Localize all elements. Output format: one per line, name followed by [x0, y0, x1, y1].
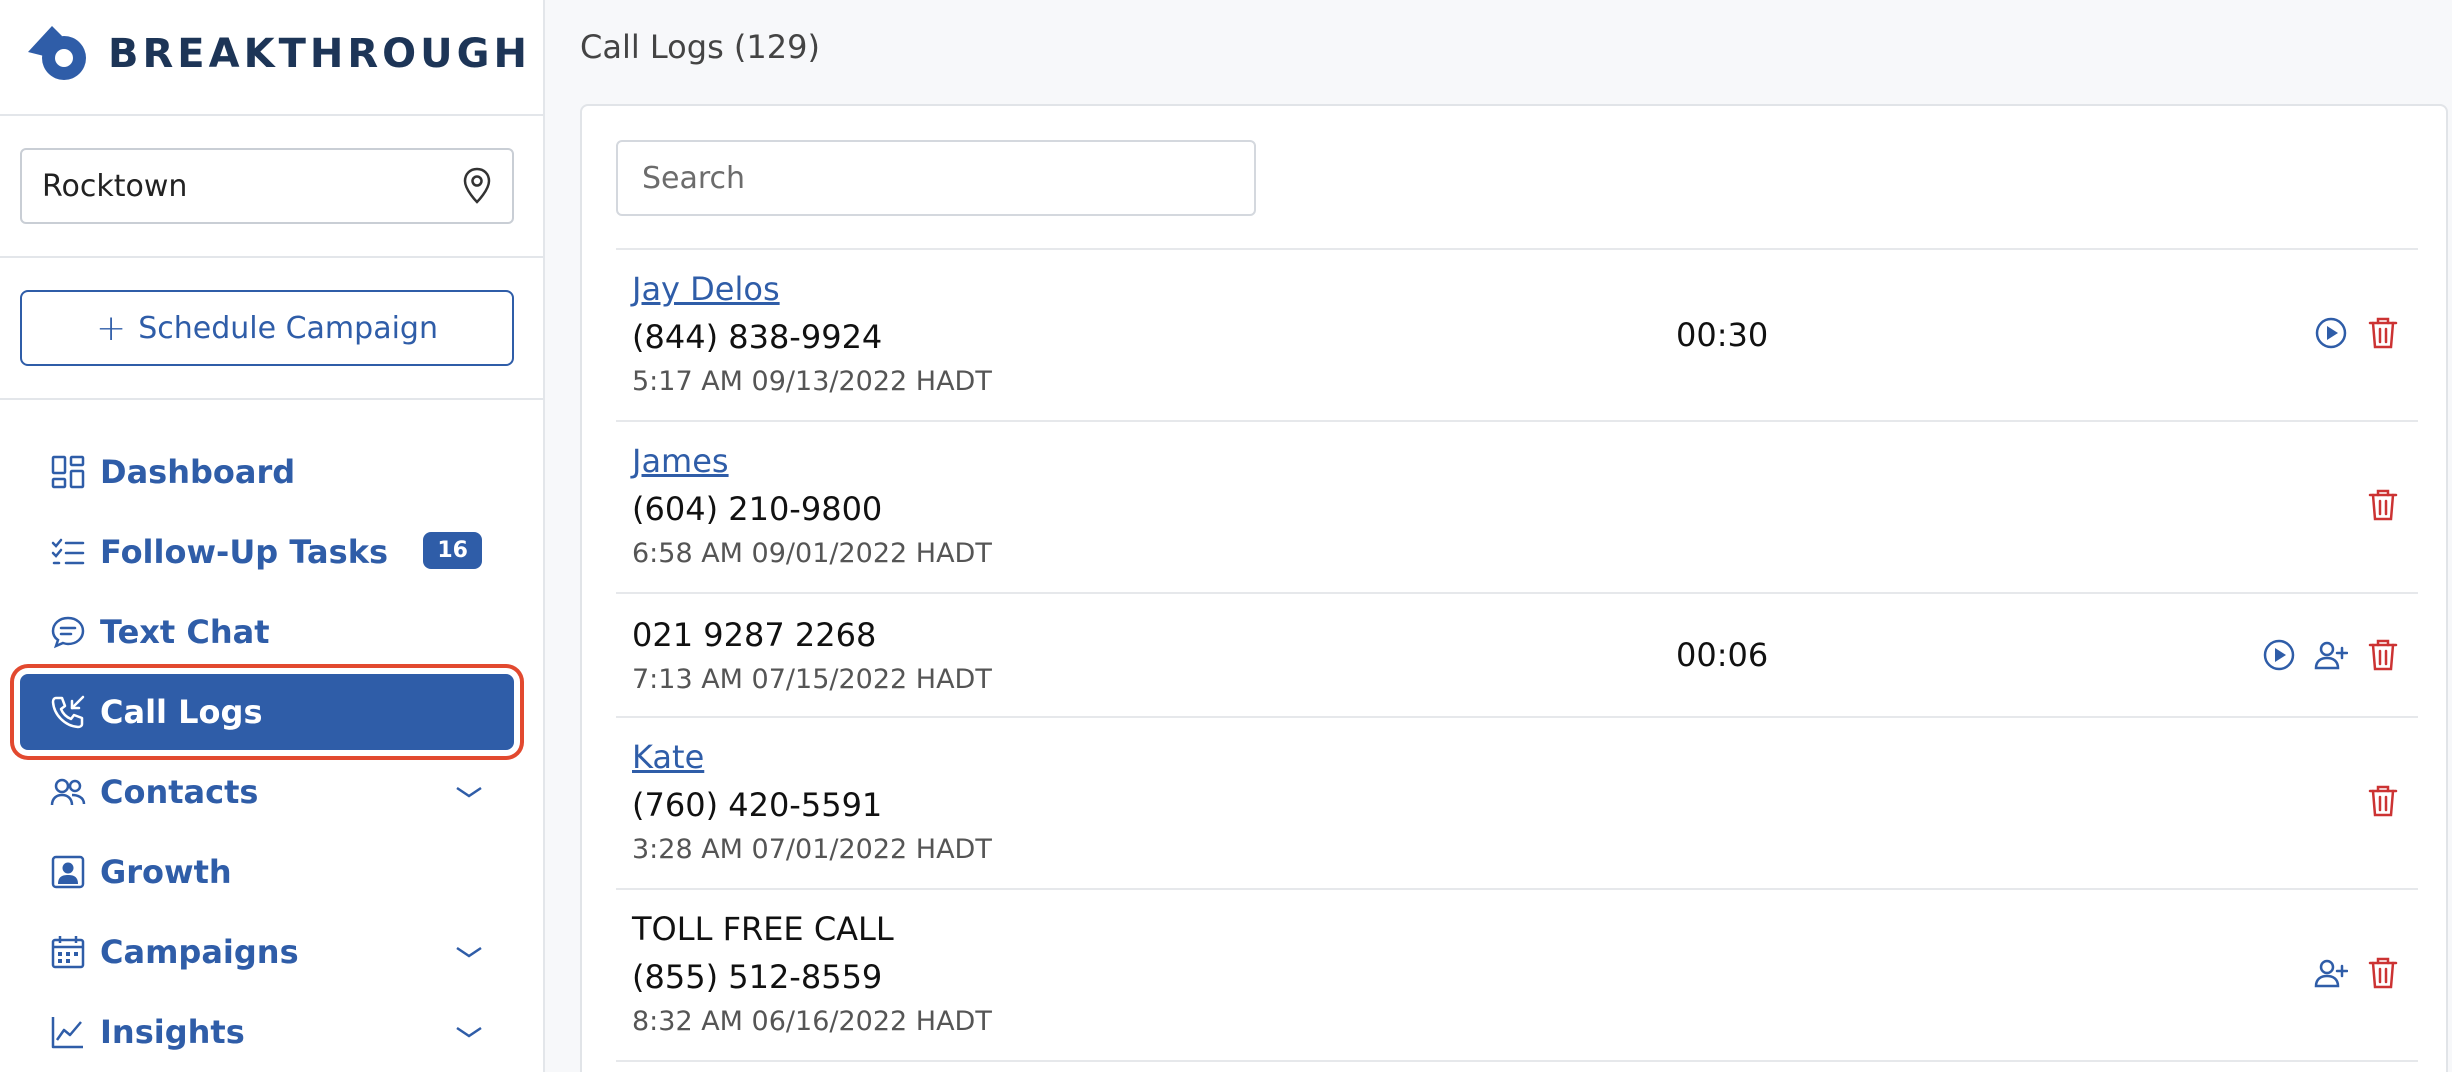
sidebar-divider	[0, 398, 545, 400]
row-actions	[2366, 488, 2400, 522]
nav-item-contacts[interactable]: Contacts	[20, 754, 514, 830]
table-row[interactable]: Jay Delos (844) 838-9924 5:17 AM 09/13/2…	[616, 248, 2418, 420]
play-icon[interactable]	[2314, 316, 2348, 350]
search-input[interactable]	[616, 140, 1256, 216]
chevron-down-icon[interactable]	[454, 1020, 484, 1044]
line-chart-icon	[50, 1014, 86, 1050]
table-row[interactable]: 021 9287 2268 7:13 AM 07/15/2022 HADT 00…	[616, 592, 2418, 716]
call-timestamp: 7:13 AM 07/15/2022 HADT	[632, 664, 992, 695]
brand-name: BREAKTHROUGH	[108, 31, 531, 77]
schedule-campaign-label: Schedule Campaign	[138, 310, 438, 346]
call-duration: 00:06	[1676, 636, 1769, 674]
trash-icon[interactable]	[2366, 638, 2400, 672]
plus-icon: +	[96, 307, 127, 349]
trash-icon[interactable]	[2366, 488, 2400, 522]
call-timestamp: 6:58 AM 09/01/2022 HADT	[632, 538, 992, 569]
nav-label: Growth	[100, 853, 232, 891]
nav-label: Insights	[100, 1013, 245, 1051]
row-actions	[2366, 784, 2400, 818]
contact-name-link[interactable]: James	[632, 442, 729, 480]
call-timestamp: 8:32 AM 06/16/2022 HADT	[632, 1006, 992, 1037]
table-row[interactable]: James (604) 210-9800 6:58 AM 09/01/2022 …	[616, 420, 2418, 592]
nav-label: Dashboard	[100, 453, 296, 491]
call-timestamp: 3:28 AM 07/01/2022 HADT	[632, 834, 992, 865]
table-row[interactable]: Kate (760) 420-5591 3:28 AM 07/01/2022 H…	[616, 716, 2418, 888]
chat-bubble-icon	[50, 614, 86, 650]
play-icon[interactable]	[2262, 638, 2296, 672]
dashboard-icon	[50, 454, 86, 490]
map-pin-icon	[463, 167, 491, 204]
location-selector[interactable]: Rocktown	[20, 148, 514, 224]
nav-item-campaigns[interactable]: Campaigns	[20, 914, 514, 990]
portrait-icon	[50, 854, 86, 890]
nav-item-dashboard[interactable]: Dashboard	[20, 434, 514, 510]
add-contact-icon[interactable]	[2314, 956, 2348, 990]
add-contact-icon[interactable]	[2314, 638, 2348, 672]
sidebar-divider	[0, 114, 545, 116]
row-divider	[616, 1060, 2418, 1062]
table-row[interactable]: TOLL FREE CALL (855) 512-8559 8:32 AM 06…	[616, 888, 2418, 1060]
phone-number: (855) 512-8559	[632, 958, 883, 996]
phone-number: (604) 210-9800	[632, 490, 883, 528]
nav-item-growth[interactable]: Growth	[20, 834, 514, 910]
call-duration: 00:30	[1676, 316, 1769, 354]
nav-label: Contacts	[100, 773, 259, 811]
phone-number: 021 9287 2268	[632, 616, 877, 654]
call-timestamp: 5:17 AM 09/13/2022 HADT	[632, 366, 992, 397]
people-icon	[50, 774, 86, 810]
contact-name-link[interactable]: Kate	[632, 738, 704, 776]
nav-item-text-chat[interactable]: Text Chat	[20, 594, 514, 670]
row-actions	[2314, 956, 2400, 990]
brand-logo[interactable]: BREAKTHROUGH	[22, 22, 531, 86]
trash-icon[interactable]	[2366, 784, 2400, 818]
nav-label: Follow-Up Tasks	[100, 533, 389, 571]
nav-item-call-logs[interactable]: Call Logs	[20, 674, 514, 750]
calendar-icon	[50, 934, 86, 970]
phone-incoming-icon	[50, 694, 86, 730]
nav-item-follow-up-tasks[interactable]: Follow-Up Tasks 16	[20, 514, 514, 590]
schedule-campaign-button[interactable]: + Schedule Campaign	[20, 290, 514, 366]
tasks-list-icon	[50, 534, 86, 570]
trash-icon[interactable]	[2366, 956, 2400, 990]
tasks-count-badge: 16	[423, 532, 482, 569]
trash-icon[interactable]	[2366, 316, 2400, 350]
nav-item-insights[interactable]: Insights	[20, 994, 514, 1070]
phone-number: (760) 420-5591	[632, 786, 883, 824]
row-actions	[2262, 638, 2400, 672]
location-label: Rocktown	[42, 168, 188, 204]
chevron-down-icon[interactable]	[454, 940, 484, 964]
nav-label: Campaigns	[100, 933, 299, 971]
app-root: BREAKTHROUGH Rocktown + Schedule Campaig…	[0, 0, 2452, 1072]
phone-number: (844) 838-9924	[632, 318, 883, 356]
page-title: Call Logs (129)	[580, 28, 820, 66]
row-actions	[2314, 316, 2400, 350]
contact-name-link[interactable]: Jay Delos	[632, 270, 780, 308]
sidebar: BREAKTHROUGH Rocktown + Schedule Campaig…	[0, 0, 545, 1072]
nav-label: Text Chat	[100, 613, 270, 651]
caller-label: TOLL FREE CALL	[632, 910, 894, 948]
brand-logo-icon	[28, 26, 86, 80]
chevron-down-icon[interactable]	[454, 780, 484, 804]
sidebar-divider	[0, 256, 545, 258]
nav-label: Call Logs	[100, 693, 263, 731]
call-logs-card: Jay Delos (844) 838-9924 5:17 AM 09/13/2…	[580, 104, 2448, 1072]
